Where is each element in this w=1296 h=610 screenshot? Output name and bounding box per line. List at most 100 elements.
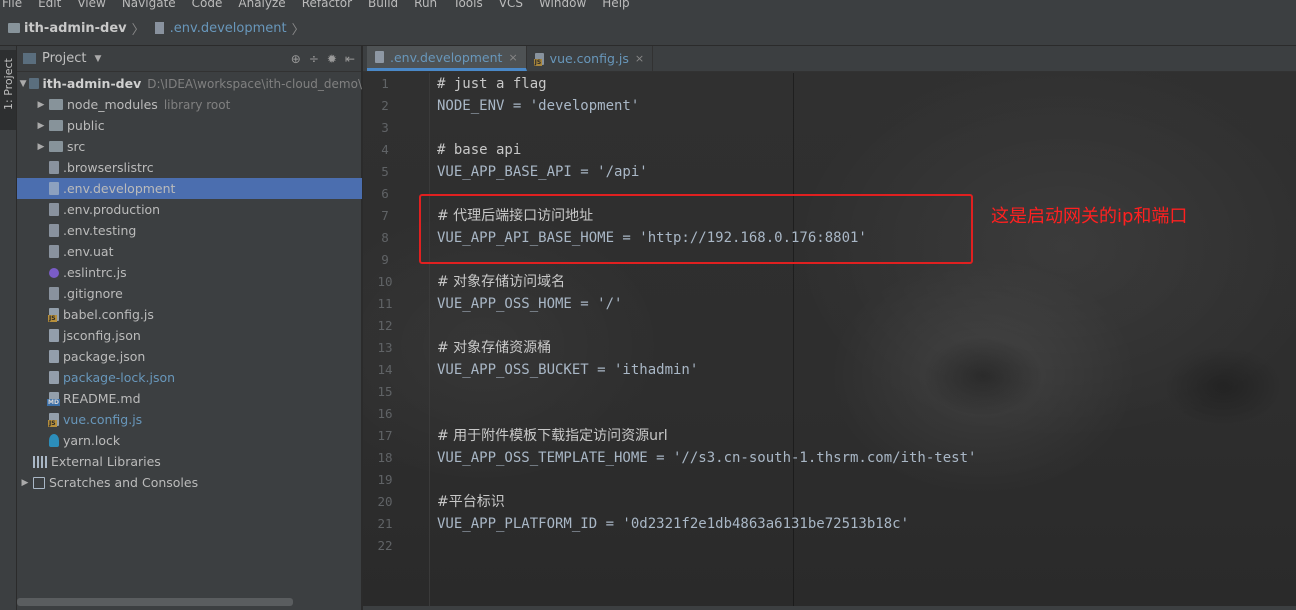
tree-item-label: babel.config.js <box>63 307 154 322</box>
menu-code[interactable]: Code <box>192 0 223 11</box>
tree-item-vue-config-js[interactable]: vue.config.js <box>17 409 362 430</box>
breadcrumb-file[interactable]: .env.development 〉 <box>154 19 305 38</box>
breadcrumb-separator: 〉 <box>131 22 145 38</box>
file-icon <box>49 182 59 195</box>
tree-item-hint: D:\IDEA\workspace\ith-cloud_demo\ <box>147 76 362 91</box>
project-tool-tab[interactable]: 1: Project <box>0 50 16 130</box>
editor-tab-vue-config[interactable]: vue.config.js × <box>527 46 654 71</box>
file-icon <box>49 224 59 237</box>
tree-item-dot-gitignore[interactable]: .gitignore <box>17 283 362 304</box>
tree-item-dot-env-testing[interactable]: .env.testing <box>17 220 362 241</box>
project-panel-title[interactable]: Project <box>42 51 86 66</box>
tree-item-jsconfig-json[interactable]: jsconfig.json <box>17 325 362 346</box>
tree-item-label: .env.production <box>63 202 161 217</box>
menu-run[interactable]: Run <box>414 0 437 11</box>
line-number: 22 <box>377 538 393 553</box>
project-panel: Project ▼ ⊕ ÷ ✹ ⇤ ▼ ith-admin-dev D:\IDEA\… <box>17 46 362 610</box>
tree-item-label: README.md <box>63 391 141 406</box>
json-file-icon <box>49 329 59 342</box>
code-assignment-line[interactable]: VUE_APP_BASE_API = '/api' <box>437 161 648 183</box>
folder-icon <box>8 23 20 33</box>
tree-item-node_modules[interactable]: ▶ node_modules library root <box>17 94 362 115</box>
line-number: 9 <box>381 252 389 267</box>
code-comment-line[interactable]: #平台标识 <box>437 491 505 513</box>
menu-analyze[interactable]: Analyze <box>238 0 285 11</box>
json-file-icon <box>49 371 59 384</box>
tree-item-dot-browserslistrc[interactable]: .browserslistrc <box>17 157 362 178</box>
folder-icon <box>49 141 63 152</box>
tree-item-label: ith-admin-dev <box>42 76 142 91</box>
yarn-icon <box>49 434 59 447</box>
code-comment-line[interactable]: # just a flag <box>437 73 547 95</box>
tree-item-README-md[interactable]: README.md <box>17 388 362 409</box>
line-number: 10 <box>377 274 393 289</box>
chevron-right-icon[interactable]: ▶ <box>35 142 47 152</box>
tree-item-dot-env-development[interactable]: .env.development <box>17 178 362 199</box>
tree-item-external-libraries[interactable]: External Libraries <box>17 451 362 472</box>
tree-item-babel-config-js[interactable]: babel.config.js <box>17 304 362 325</box>
menu-edit[interactable]: Edit <box>38 0 61 11</box>
tree-item-label: .env.uat <box>63 244 114 259</box>
line-number-gutter: 1 2 3 4 5 6 7 8 9 10 11 12 13 14 15 16 17 18 19 20 21 22 <box>363 73 407 610</box>
tree-item-scratches[interactable]: ▶ Scratches and Consoles <box>17 472 362 493</box>
chevron-down-icon[interactable]: ▼ <box>94 54 101 64</box>
code-assignment-line[interactable]: VUE_APP_OSS_TEMPLATE_HOME = '//s3.cn-sou… <box>437 447 976 469</box>
tree-item-public[interactable]: ▶ public <box>17 115 362 136</box>
tree-item-root[interactable]: ▼ ith-admin-dev D:\IDEA\workspace\ith-clou… <box>17 73 362 94</box>
code-assignment-line[interactable]: VUE_APP_OSS_BUCKET = 'ithadmin' <box>437 359 698 381</box>
tree-item-label: .env.testing <box>63 223 137 238</box>
close-icon[interactable]: × <box>635 52 644 65</box>
tree-item-dot-env-production[interactable]: .env.production <box>17 199 362 220</box>
line-number: 6 <box>381 186 389 201</box>
line-number: 13 <box>377 340 393 355</box>
scroll-from-source-icon[interactable]: ⊕ <box>291 52 301 66</box>
tree-item-dot-eslintrc-js[interactable]: .eslintrc.js <box>17 262 362 283</box>
folder-icon <box>49 120 63 131</box>
menu-view[interactable]: View <box>77 0 105 11</box>
code-assignment-line[interactable]: VUE_APP_OSS_HOME = '/' <box>437 293 622 315</box>
chevron-down-icon[interactable]: ▼ <box>19 79 27 89</box>
chevron-right-icon[interactable]: ▶ <box>19 478 31 488</box>
horizontal-scrollbar[interactable] <box>17 598 293 606</box>
code-comment-line[interactable]: # base api <box>437 139 521 161</box>
chevron-right-icon[interactable]: ▶ <box>35 121 47 131</box>
line-number: 14 <box>377 362 393 377</box>
menu-tools[interactable]: Tools <box>453 0 483 11</box>
menu-build[interactable]: Build <box>368 0 398 11</box>
line-number: 5 <box>381 164 389 179</box>
menu-window[interactable]: Window <box>539 0 586 11</box>
menu-vcs[interactable]: VCS <box>499 0 523 11</box>
tree-item-yarn-lock[interactable]: yarn.lock <box>17 430 362 451</box>
tree-item-package-lock-json[interactable]: package-lock.json <box>17 367 362 388</box>
collapse-all-icon[interactable]: ÷ <box>309 52 319 66</box>
tree-item-src[interactable]: ▶ src <box>17 136 362 157</box>
menu-help[interactable]: Help <box>602 0 629 11</box>
tree-item-dot-env-uat[interactable]: .env.uat <box>17 241 362 262</box>
menu-refactor[interactable]: Refactor <box>302 0 352 11</box>
breadcrumb-separator: 〉 <box>291 22 305 38</box>
code-comment-line[interactable]: # 对象存储资源桶 <box>437 337 551 359</box>
chevron-right-icon[interactable]: ▶ <box>35 100 47 110</box>
tree-item-label: Scratches and Consoles <box>49 475 199 490</box>
gear-icon[interactable]: ✹ <box>327 52 337 66</box>
line-number: 21 <box>377 516 393 531</box>
javascript-file-icon <box>48 413 59 427</box>
code-comment-line[interactable]: # 用于附件模板下载指定访问资源url <box>437 425 668 447</box>
code-assignment-line[interactable]: NODE_ENV = 'development' <box>437 95 639 117</box>
tree-item-package-json[interactable]: package.json <box>17 346 362 367</box>
hide-panel-icon[interactable]: ⇤ <box>345 52 355 66</box>
line-number: 7 <box>381 208 389 223</box>
editor-tab-env-development[interactable]: .env.development × <box>367 46 527 71</box>
line-number: 12 <box>377 318 393 333</box>
menu-file[interactable]: File <box>2 0 22 11</box>
menu-navigate[interactable]: Navigate <box>122 0 176 11</box>
breadcrumb-project[interactable]: ith-admin-dev 〉 <box>8 19 145 38</box>
tool-window-strip: 1: Project <box>0 46 17 610</box>
code-assignment-line[interactable]: VUE_APP_PLATFORM_ID = '0d2321f2e1db4863a… <box>437 513 909 535</box>
tree-item-label: .eslintrc.js <box>63 265 127 280</box>
folder-icon <box>49 99 63 110</box>
file-icon <box>49 287 59 300</box>
close-icon[interactable]: × <box>508 51 517 64</box>
code-comment-line[interactable]: # 对象存储访问域名 <box>437 271 565 293</box>
line-number: 11 <box>377 296 393 311</box>
